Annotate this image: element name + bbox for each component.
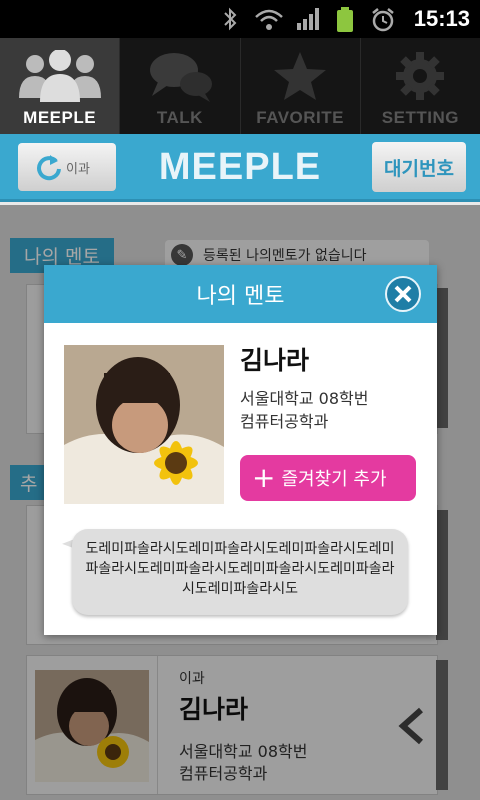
wifi-icon [255,9,283,30]
dialog-mentor-school: 서울대학교 08학번 [240,389,369,408]
dialog-title: 나의 멘토 [196,284,285,309]
bluetooth-icon [224,7,237,31]
dialog-header: 나의 멘토 [44,265,437,323]
status-bar: 15:13 [0,0,480,38]
signal-icon [297,8,319,30]
tab-favorite[interactable]: FAVORITE [241,38,361,134]
people-icon [18,50,101,102]
mentor-dialog: 나의 멘토 김나라 서울대학교 08학번 컴퓨터공학과 + 즐겨찾기 추가 도레… [44,265,437,635]
clock: 15:13 [413,6,470,31]
battery-icon [337,7,353,32]
close-icon [394,285,412,303]
mentor-photo [64,345,224,504]
tab-label: MEEPLE [23,108,97,127]
alarm-icon [372,8,394,32]
dialog-mentor-name: 김나라 [240,346,310,375]
tab-talk[interactable]: TALK [120,38,241,134]
tab-label: FAVORITE [256,108,344,127]
dialog-mentor-major: 컴퓨터공학과 [240,412,329,431]
tab-label: SETTING [381,108,459,127]
close-button[interactable] [385,276,421,312]
tab-setting[interactable]: SETTING [361,38,480,134]
star-icon [274,52,327,100]
message-bubble: 도레미파솔라시도레미파솔라시도레미파솔라시도레미파솔라시도레미파솔라시도레미파솔… [72,529,408,615]
tab-bar: MEEPLE TALK FAVORITE SETTING [0,38,480,134]
gear-icon [396,52,445,100]
add-favorite-button[interactable]: + 즐겨찾기 추가 [240,455,416,501]
plus-icon: + [252,461,276,494]
tab-meeple[interactable]: MEEPLE [0,38,121,134]
chat-icon [149,53,212,102]
wait-number-button[interactable]: 대기번호 [372,142,466,192]
add-favorite-label: 즐겨찾기 추가 [281,469,387,490]
tab-label: TALK [156,108,203,127]
app-header: 이과 MEEPLE 대기번호 [0,134,480,202]
